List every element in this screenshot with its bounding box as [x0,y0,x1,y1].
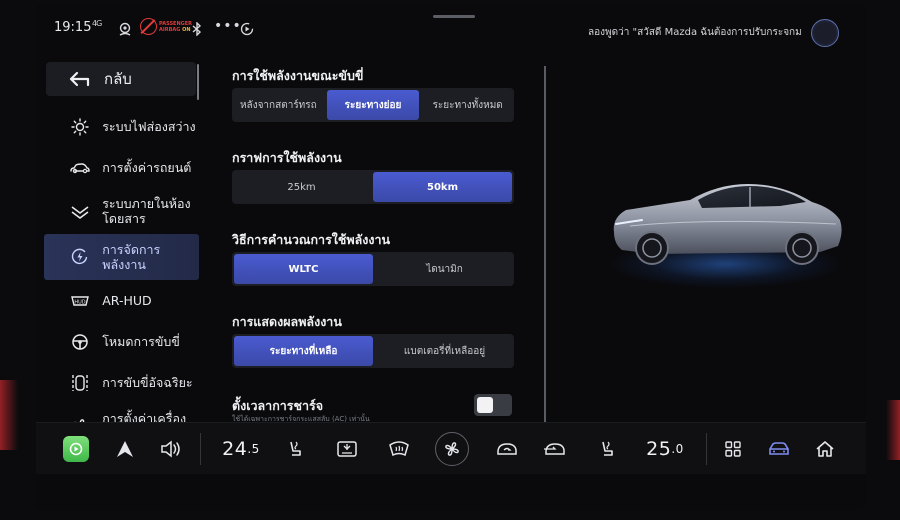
bluetooth-icon [188,20,206,38]
section-title-consumption-graph: กราฟการใช้พลังงาน [232,150,342,165]
option-remaining-range[interactable]: ระยะทางที่เหลือ [234,336,373,366]
segmented-driving-consumption: หลังจากสตาร์ทรถ ระยะทางย่อย ระยะทางทั้งห… [232,88,514,122]
sidebar-item-lighting[interactable]: ระบบไฟส่องสว่าง [44,106,199,147]
passenger-airbag-indicator: PASSENGER AIRBAG ON [140,18,192,35]
car-outline-icon [68,158,91,178]
sidebar-item-climate[interactable]: การตั้งค่าเครื่องปรับอากาศ [44,403,199,422]
section-title-calc-method: วิธีการคำนวณการใช้พลังงาน [232,232,391,247]
option-total[interactable]: ระยะทางทั้งหมด [421,88,514,122]
app-grid-icon [725,441,741,457]
voice-assistant-button[interactable] [811,19,839,47]
sidebar-item-label: ระบบไฟส่องสว่าง [102,119,196,134]
front-defrost-button[interactable] [384,423,414,475]
ambient-light-left [0,380,18,450]
sidebar-item-label: AR-HUD [102,293,152,308]
fan-icon [435,432,469,466]
section-title-driving-consumption: การใช้พลังงานขณะขับขี่ [232,68,364,83]
panel-divider [544,66,546,422]
driver-temperature[interactable]: 24.5 [216,423,266,475]
sidebar-item-label: ระบบภายในห้องโดยสาร [102,196,191,226]
home-icon [816,441,834,457]
sidebar-item-ar-hud[interactable]: HUD AR-HUD [44,280,199,321]
toggle-knob [477,397,493,413]
pull-down-handle[interactable] [433,15,475,18]
signal-indicator: 4G [92,19,102,28]
sidebar-menu: ระบบไฟส่องสว่าง การตั้งค่ารถยนต์ ระบบภาย… [44,106,199,422]
rear-defrost-button[interactable] [332,423,362,475]
segmented-calc-method: WLTC ไดนามิก [232,252,514,286]
seat-heat-icon [290,441,301,456]
sidebar-item-smart-drive[interactable]: การขับขี่อัจฉริยะ [44,362,199,403]
option-dynamic[interactable]: ไดนามิก [375,252,514,286]
rear-defrost-icon [337,441,357,457]
recirculation-icon [497,443,517,455]
volume-button[interactable] [154,423,188,475]
sidebar-item-cabin[interactable]: ระบบภายในห้องโดยสาร [44,188,199,234]
voice-assistant-hint[interactable]: ลองพูดว่า "สวัสดี Mazda ฉันต้องการปรับกร… [588,25,802,40]
energy-icon [68,247,91,267]
status-bar: 19:15 4G PASSENGER AIRBAG ON ••• ลองพูดว… [36,4,866,58]
sidebar-item-label: การขับขี่อัจฉริยะ [102,375,193,390]
settings-sidebar: กลับ ระบบไฟส่องสว่าง การตั้งค่ารถยนต์ ระ… [44,62,199,422]
smart-drive-icon [68,373,91,393]
fan-button[interactable] [432,423,472,475]
fresh-air-button[interactable] [540,423,570,475]
carplay-icon [63,436,89,462]
seat-heat-icon [602,441,613,456]
charge-timer-toggle[interactable] [474,394,512,416]
sidebar-item-label: การตั้งค่ารถยนต์ [102,160,192,175]
option-since-start[interactable]: หลังจากสตาร์ทรถ [232,88,325,122]
home-button[interactable] [810,423,840,475]
sidebar-item-drive-mode[interactable]: โหมดการขับขี่ [44,321,199,362]
steering-wheel-icon [68,332,91,352]
driver-monitor-icon [116,20,134,38]
clock: 19:15 [54,20,92,35]
car-front-icon [769,442,789,455]
sidebar-item-label: โหมดการขับขี่ [102,334,180,349]
media-playing-icon[interactable] [238,20,256,38]
passenger-seat-heat-button[interactable] [592,423,622,475]
segmented-consumption-graph: 25km 50km [232,170,514,204]
back-arrow-icon [69,71,90,87]
sidebar-item-label: การตั้งค่าเครื่องปรับอากาศ [102,411,187,422]
front-defrost-icon [389,441,409,457]
recirculation-button[interactable] [492,423,522,475]
cabin-icon [68,201,91,221]
app-grid-button[interactable] [718,423,748,475]
svg-text:HUD: HUD [74,299,85,305]
charge-timer-note: ใช้ได้เฉพาะการชาร์จกระแสสลับ (AC) เท่านั… [232,415,370,422]
option-trip[interactable]: ระยะทางย่อย [326,90,420,120]
sidebar-item-label: การจัดการพลังงาน [102,242,161,272]
carplay-button[interactable] [60,423,92,475]
sidebar-scrollbar[interactable] [197,64,199,100]
airbag-off-icon [140,18,157,35]
energy-settings-panel: การใช้พลังงานขณะขับขี่ หลังจากสตาร์ทรถ ร… [216,60,536,422]
volume-icon [161,440,180,458]
sidebar-item-vehicle-settings[interactable]: การตั้งค่ารถยนต์ [44,147,199,188]
option-25km[interactable]: 25km [232,170,371,204]
driver-seat-heat-button[interactable] [280,423,310,475]
android-auto-button[interactable] [110,423,140,475]
sidebar-item-energy[interactable]: การจัดการพลังงาน [44,234,199,280]
back-button[interactable]: กลับ [46,62,196,96]
vehicle-settings-button[interactable] [764,423,794,475]
infotainment-screen: 19:15 4G PASSENGER AIRBAG ON ••• ลองพูดว… [36,4,866,510]
passenger-temperature[interactable]: 25.0 [640,423,690,475]
airbag-label-2: AIRBAG [159,26,181,33]
bottom-dock: 24.5 25.0 [36,422,866,474]
segmented-energy-display: ระยะทางที่เหลือ แบตเตอรี่ที่เหลืออยู่ [232,334,514,368]
car-image [613,184,842,265]
section-title-charge-timer: ตั้งเวลาการชาร์จ [232,398,324,413]
fresh-air-icon [544,443,565,455]
vehicle-preview [550,60,862,422]
hud-icon: HUD [68,291,91,311]
back-label: กลับ [104,70,132,88]
option-50km[interactable]: 50km [373,172,512,202]
section-title-energy-display: การแสดงผลพลังงาน [232,314,342,329]
ambient-light-right [886,400,900,460]
sun-icon [68,117,91,137]
option-remaining-battery[interactable]: แบตเตอรี่ที่เหลืออยู่ [375,334,514,368]
option-wltc[interactable]: WLTC [234,254,373,284]
android-auto-icon [117,441,133,457]
